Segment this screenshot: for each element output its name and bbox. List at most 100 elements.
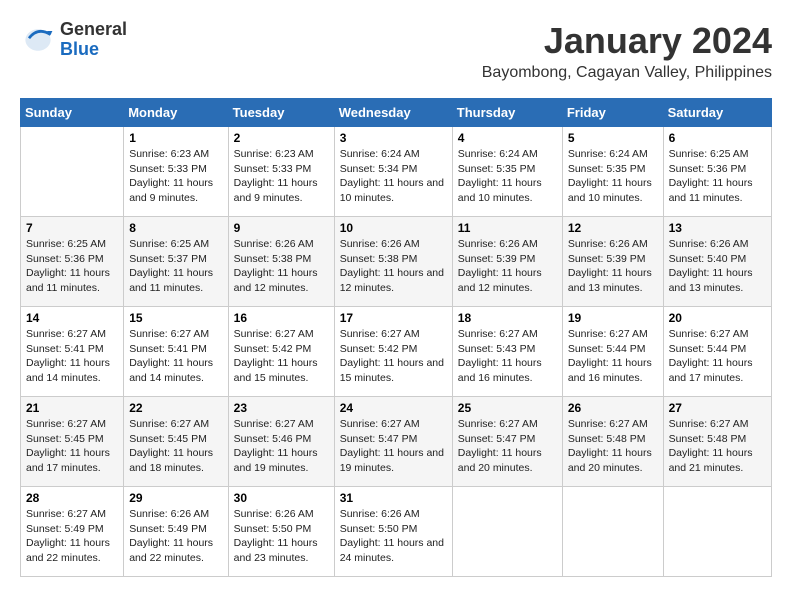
day-number: 25 (458, 401, 557, 415)
header-cell-monday: Monday (124, 99, 228, 127)
header-row: SundayMondayTuesdayWednesdayThursdayFrid… (21, 99, 772, 127)
day-number: 7 (26, 221, 118, 235)
cell-info: Sunrise: 6:25 AMSunset: 5:36 PMDaylight:… (669, 147, 766, 206)
cell-info: Sunrise: 6:27 AMSunset: 5:47 PMDaylight:… (340, 417, 447, 476)
day-number: 17 (340, 311, 447, 325)
calendar-cell: 14Sunrise: 6:27 AMSunset: 5:41 PMDayligh… (21, 307, 124, 397)
day-number: 28 (26, 491, 118, 505)
day-number: 11 (458, 221, 557, 235)
calendar-cell (21, 127, 124, 217)
cell-info: Sunrise: 6:26 AMSunset: 5:40 PMDaylight:… (669, 237, 766, 296)
calendar-cell: 29Sunrise: 6:26 AMSunset: 5:49 PMDayligh… (124, 487, 228, 577)
cell-info: Sunrise: 6:27 AMSunset: 5:46 PMDaylight:… (234, 417, 329, 476)
day-number: 30 (234, 491, 329, 505)
calendar-cell: 3Sunrise: 6:24 AMSunset: 5:34 PMDaylight… (334, 127, 452, 217)
cell-info: Sunrise: 6:24 AMSunset: 5:35 PMDaylight:… (458, 147, 557, 206)
header-cell-saturday: Saturday (663, 99, 771, 127)
header-cell-wednesday: Wednesday (334, 99, 452, 127)
cell-info: Sunrise: 6:24 AMSunset: 5:34 PMDaylight:… (340, 147, 447, 206)
location-title: Bayombong, Cagayan Valley, Philippines (482, 64, 772, 82)
cell-info: Sunrise: 6:27 AMSunset: 5:41 PMDaylight:… (129, 327, 222, 386)
cell-info: Sunrise: 6:25 AMSunset: 5:37 PMDaylight:… (129, 237, 222, 296)
day-number: 13 (669, 221, 766, 235)
calendar-cell: 25 Sunrise: 6:27 AMSunset: 5:47 PMDayligh… (452, 397, 562, 487)
day-number: 29 (129, 491, 222, 505)
cell-info: Sunrise: 6:26 AMSunset: 5:50 PMDaylight:… (340, 507, 447, 566)
cell-info: Sunrise: 6:23 AMSunset: 5:33 PMDaylight:… (234, 147, 329, 206)
calendar-cell: 31Sunrise: 6:26 AMSunset: 5:50 PMDayligh… (334, 487, 452, 577)
day-number: 12 (568, 221, 658, 235)
day-number: 21 (26, 401, 118, 415)
day-number: 24 (340, 401, 447, 415)
logo-blue: Blue (60, 40, 127, 60)
calendar-cell: 1 Sunrise: 6:23 AMSunset: 5:33 PMDaylight… (124, 127, 228, 217)
calendar-table: SundayMondayTuesdayWednesdayThursdayFrid… (20, 98, 772, 577)
calendar-cell: 10 Sunrise: 6:26 AMSunset: 5:38 PMDayligh… (334, 217, 452, 307)
calendar-cell: 22 Sunrise: 6:27 AMSunset: 5:45 PMDayligh… (124, 397, 228, 487)
day-number: 26 (568, 401, 658, 415)
day-number: 16 (234, 311, 329, 325)
week-row-5: 28Sunrise: 6:27 AMSunset: 5:49 PMDayligh… (21, 487, 772, 577)
day-number: 10 (340, 221, 447, 235)
cell-info: Sunrise: 6:27 AMSunset: 5:41 PMDaylight:… (26, 327, 118, 386)
week-row-1: 1 Sunrise: 6:23 AMSunset: 5:33 PMDaylight… (21, 127, 772, 217)
cell-info: Sunrise: 6:26 AMSunset: 5:39 PMDaylight:… (458, 237, 557, 296)
calendar-cell: 5 Sunrise: 6:24 AMSunset: 5:35 PMDaylight… (562, 127, 663, 217)
calendar-cell: 15 Sunrise: 6:27 AMSunset: 5:41 PMDayligh… (124, 307, 228, 397)
day-number: 27 (669, 401, 766, 415)
day-number: 20 (669, 311, 766, 325)
day-number: 9 (234, 221, 329, 235)
cell-info: Sunrise: 6:27 AMSunset: 5:43 PMDaylight:… (458, 327, 557, 386)
day-number: 4 (458, 131, 557, 145)
cell-info: Sunrise: 6:27 AMSunset: 5:42 PMDaylight:… (234, 327, 329, 386)
cell-info: Sunrise: 6:27 AMSunset: 5:44 PMDaylight:… (669, 327, 766, 386)
week-row-2: 7 Sunrise: 6:25 AMSunset: 5:36 PMDaylight… (21, 217, 772, 307)
day-number: 23 (234, 401, 329, 415)
day-number: 15 (129, 311, 222, 325)
calendar-cell (663, 487, 771, 577)
day-number: 1 (129, 131, 222, 145)
cell-info: Sunrise: 6:27 AMSunset: 5:47 PMDaylight:… (458, 417, 557, 476)
calendar-cell: 26Sunrise: 6:27 AMSunset: 5:48 PMDayligh… (562, 397, 663, 487)
calendar-cell: 19Sunrise: 6:27 AMSunset: 5:44 PMDayligh… (562, 307, 663, 397)
calendar-cell: 27 Sunrise: 6:27 AMSunset: 5:48 PMDayligh… (663, 397, 771, 487)
cell-info: Sunrise: 6:23 AMSunset: 5:33 PMDaylight:… (129, 147, 222, 206)
calendar-cell: 21 Sunrise: 6:27 AMSunset: 5:45 PMDayligh… (21, 397, 124, 487)
calendar-cell: 28Sunrise: 6:27 AMSunset: 5:49 PMDayligh… (21, 487, 124, 577)
cell-info: Sunrise: 6:27 AMSunset: 5:42 PMDaylight:… (340, 327, 447, 386)
cell-info: Sunrise: 6:25 AMSunset: 5:36 PMDaylight:… (26, 237, 118, 296)
day-number: 5 (568, 131, 658, 145)
calendar-cell: 9 Sunrise: 6:26 AMSunset: 5:38 PMDaylight… (228, 217, 334, 307)
cell-info: Sunrise: 6:27 AMSunset: 5:45 PMDaylight:… (26, 417, 118, 476)
calendar-cell: 23 Sunrise: 6:27 AMSunset: 5:46 PMDayligh… (228, 397, 334, 487)
month-title: January 2024 (482, 20, 772, 62)
cell-info: Sunrise: 6:26 AMSunset: 5:38 PMDaylight:… (234, 237, 329, 296)
header-cell-tuesday: Tuesday (228, 99, 334, 127)
calendar-cell: 12 Sunrise: 6:26 AMSunset: 5:39 PMDayligh… (562, 217, 663, 307)
cell-info: Sunrise: 6:26 AMSunset: 5:39 PMDaylight:… (568, 237, 658, 296)
calendar-cell: 30 Sunrise: 6:26 AMSunset: 5:50 PMDayligh… (228, 487, 334, 577)
day-number: 6 (669, 131, 766, 145)
cell-info: Sunrise: 6:26 AMSunset: 5:50 PMDaylight:… (234, 507, 329, 566)
header-cell-sunday: Sunday (21, 99, 124, 127)
calendar-cell (562, 487, 663, 577)
cell-info: Sunrise: 6:24 AMSunset: 5:35 PMDaylight:… (568, 147, 658, 206)
cell-info: Sunrise: 6:27 AMSunset: 5:48 PMDaylight:… (669, 417, 766, 476)
logo-icon (20, 22, 56, 58)
logo-text: General Blue (60, 20, 127, 60)
day-number: 19 (568, 311, 658, 325)
cell-info: Sunrise: 6:26 AMSunset: 5:38 PMDaylight:… (340, 237, 447, 296)
week-row-4: 21 Sunrise: 6:27 AMSunset: 5:45 PMDayligh… (21, 397, 772, 487)
calendar-cell: 6 Sunrise: 6:25 AMSunset: 5:36 PMDaylight… (663, 127, 771, 217)
calendar-cell: 20 Sunrise: 6:27 AMSunset: 5:44 PMDayligh… (663, 307, 771, 397)
day-number: 8 (129, 221, 222, 235)
day-number: 22 (129, 401, 222, 415)
calendar-cell: 17 Sunrise: 6:27 AMSunset: 5:42 PMDayligh… (334, 307, 452, 397)
logo-general: General (60, 20, 127, 40)
calendar-cell: 18 Sunrise: 6:27 AMSunset: 5:43 PMDayligh… (452, 307, 562, 397)
header-cell-friday: Friday (562, 99, 663, 127)
day-number: 18 (458, 311, 557, 325)
calendar-cell: 2Sunrise: 6:23 AMSunset: 5:33 PMDaylight… (228, 127, 334, 217)
calendar-cell: 8 Sunrise: 6:25 AMSunset: 5:37 PMDaylight… (124, 217, 228, 307)
cell-info: Sunrise: 6:27 AMSunset: 5:45 PMDaylight:… (129, 417, 222, 476)
